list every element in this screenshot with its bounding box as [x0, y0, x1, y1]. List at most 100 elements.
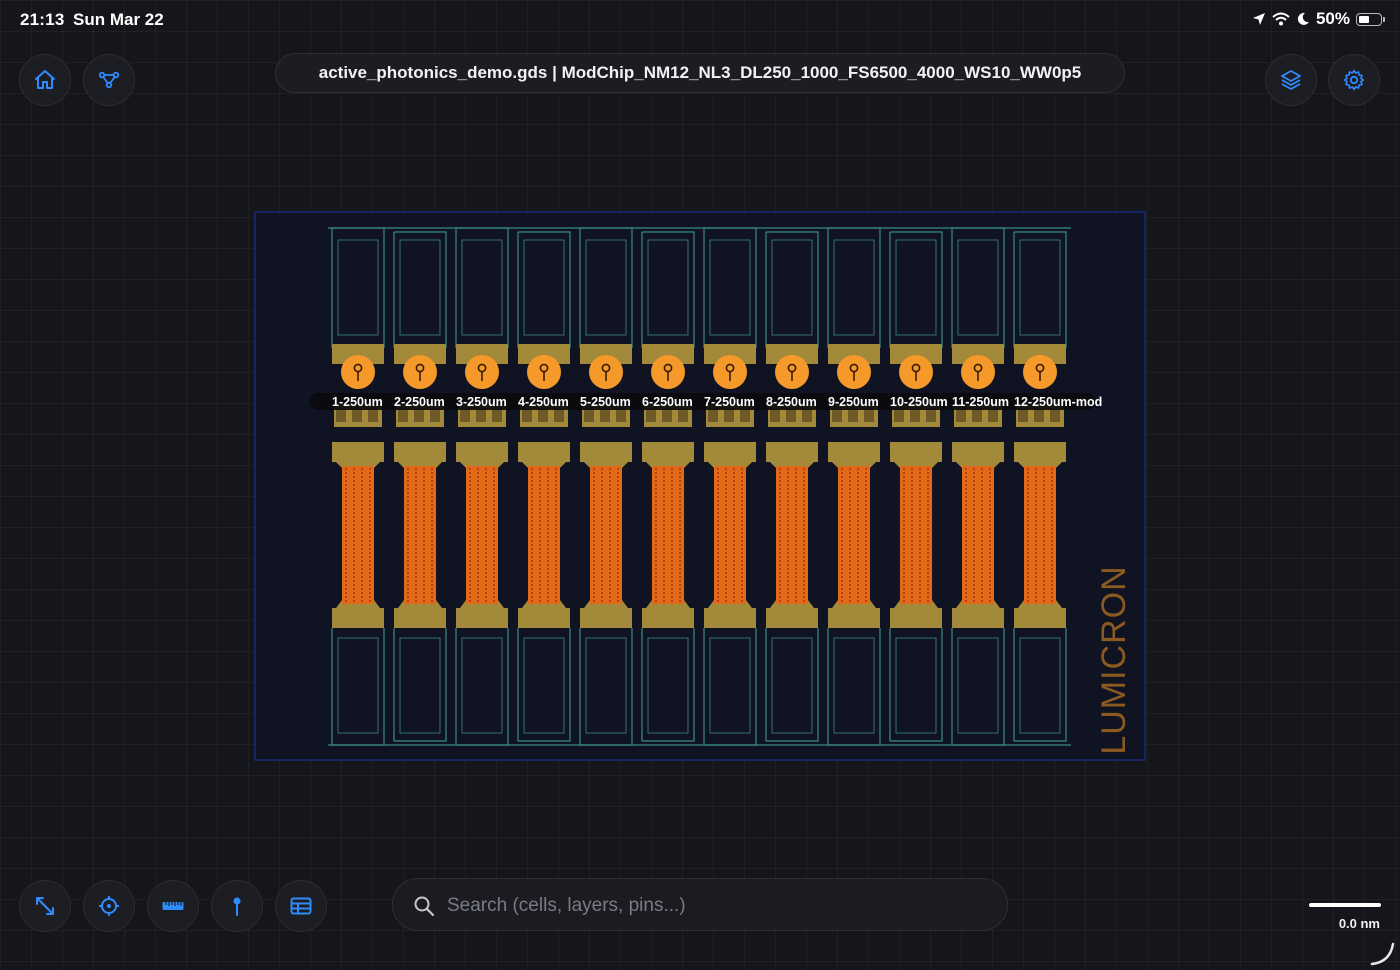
status-date: Sun Mar 22: [73, 10, 164, 29]
table-button[interactable]: [275, 880, 327, 932]
pin-label: 12-250um-mod: [1014, 395, 1102, 409]
contact-pad: [828, 608, 880, 628]
pad-via: [848, 408, 858, 422]
pad-via: [926, 408, 936, 422]
pad-via: [678, 408, 688, 422]
pad-via: [770, 408, 780, 422]
contact-pad: [456, 608, 508, 628]
layers-button[interactable]: [1265, 54, 1317, 106]
active-region: [1024, 466, 1056, 604]
logo-watermark: LUMICRON: [1095, 565, 1133, 754]
pin-marker: [837, 355, 871, 389]
active-region: [590, 466, 622, 604]
contact-pad: [518, 608, 570, 628]
settings-button[interactable]: [1328, 54, 1380, 106]
pin-marker: [651, 355, 685, 389]
moon-icon: [1297, 12, 1309, 25]
status-bar: 21:13 Sun Mar 22 50%: [0, 0, 1400, 38]
pin-button[interactable]: [211, 880, 263, 932]
pin-marker: [775, 355, 809, 389]
layout-canvas[interactable]: 1-250um 2-250um 3-250um 4-250um 5-250um 6-250…: [240, 200, 1160, 775]
home-button[interactable]: [19, 54, 71, 106]
scale-bar: [1309, 903, 1381, 907]
pad-via: [708, 408, 718, 422]
battery-percent: 50%: [1315, 9, 1350, 28]
contact-pad: [518, 442, 570, 462]
search-icon: [414, 896, 435, 917]
location-icon: [1252, 13, 1265, 25]
measure-button[interactable]: [147, 880, 199, 932]
status-indicators: 50%: [1252, 9, 1385, 29]
pad-via: [336, 408, 346, 422]
pin-label: 5-250um: [580, 395, 631, 409]
contact-pad: [704, 442, 756, 462]
pad-via: [864, 408, 874, 422]
pin-marker: [465, 355, 499, 389]
pad-via: [988, 408, 998, 422]
wifi-icon: [1272, 12, 1290, 26]
pin-marker: [527, 355, 561, 389]
pad-via: [522, 408, 532, 422]
active-region: [714, 466, 746, 604]
contact-pad: [1014, 608, 1066, 628]
contact-pad: [394, 608, 446, 628]
home-icon: [35, 70, 55, 89]
status-time: 21:13: [20, 10, 65, 29]
crosshair-icon: [99, 896, 119, 916]
pin-marker: [589, 355, 623, 389]
pad-via: [600, 408, 610, 422]
contact-pad: [828, 442, 880, 462]
contact-pad: [580, 608, 632, 628]
chip-boundary: [254, 211, 1146, 761]
pin-marker: [341, 355, 375, 389]
pin-label: 10-250um: [890, 395, 948, 409]
pad-via: [476, 408, 486, 422]
pad-via: [460, 408, 470, 422]
pad-via: [492, 408, 502, 422]
contact-pad: [456, 442, 508, 462]
active-region: [342, 466, 374, 604]
pad-via: [1018, 408, 1028, 422]
pad-via: [1050, 408, 1060, 422]
pin-marker: [961, 355, 995, 389]
contact-pad: [890, 442, 942, 462]
locate-button[interactable]: [83, 880, 135, 932]
pad-via: [972, 408, 982, 422]
table-icon: [290, 897, 312, 915]
pad-via: [1034, 408, 1044, 422]
contact-pad: [642, 608, 694, 628]
contact-pad: [890, 608, 942, 628]
contact-pad: [394, 442, 446, 462]
pad-via: [616, 408, 626, 422]
contact-pad: [704, 608, 756, 628]
pad-via: [832, 408, 842, 422]
active-region: [838, 466, 870, 604]
pad-via: [554, 408, 564, 422]
search-input[interactable]: [445, 887, 989, 925]
ruler-icon: [162, 902, 184, 910]
pin-marker: [713, 355, 747, 389]
document-title[interactable]: active_photonics_demo.gds | ModChip_NM12…: [275, 53, 1125, 93]
active-region: [528, 466, 560, 604]
pin-label: 8-250um: [766, 395, 817, 409]
battery-icon: [1356, 12, 1385, 26]
hierarchy-icon: [98, 71, 120, 89]
contact-pad: [952, 442, 1004, 462]
contact-pad: [952, 608, 1004, 628]
resize-handle-icon[interactable]: [1368, 938, 1396, 966]
pad-via: [352, 408, 362, 422]
pin-label: 7-250um: [704, 395, 755, 409]
layers-icon: [1281, 70, 1301, 90]
active-region: [962, 466, 994, 604]
pin-marker: [899, 355, 933, 389]
pin-label: 4-250um: [518, 395, 569, 409]
contact-pad: [1014, 442, 1066, 462]
pin-label: 3-250um: [456, 395, 507, 409]
pad-via: [398, 408, 408, 422]
pad-via: [662, 408, 672, 422]
fit-view-button[interactable]: [19, 880, 71, 932]
hierarchy-button[interactable]: [83, 54, 135, 106]
pad-via: [802, 408, 812, 422]
pad-via: [894, 408, 904, 422]
active-region: [900, 466, 932, 604]
